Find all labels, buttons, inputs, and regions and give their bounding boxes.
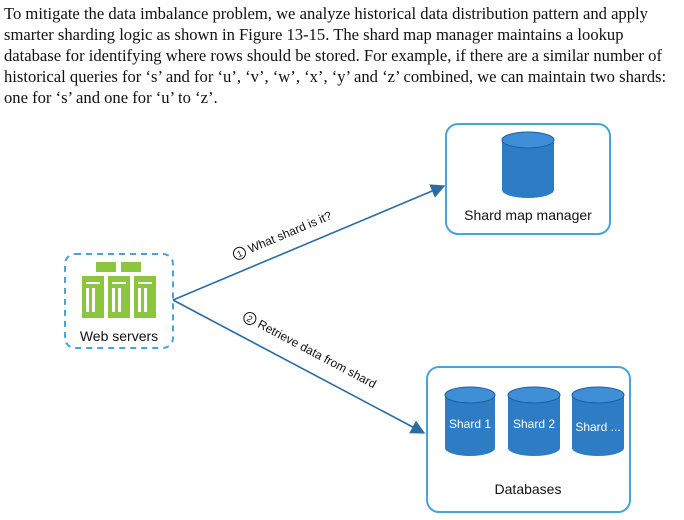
arrow-to-shard-map-manager — [172, 184, 446, 301]
arrow-to-databases — [172, 299, 426, 434]
shard-2-cylinder: Shard 2 — [507, 386, 561, 456]
step-1-label: What shard is it? — [246, 208, 334, 256]
shard-1-label: Shard 1 — [449, 417, 491, 431]
database-icon — [501, 131, 555, 198]
shard-map-manager-label: Shard map manager — [464, 207, 592, 223]
step-2-annotation: 2 Retrieve data from shard — [243, 311, 379, 391]
shard-2-label: Shard 2 — [513, 417, 555, 431]
server-rack-icon — [82, 262, 156, 318]
databases-label: Databases — [495, 481, 562, 497]
web-servers-label: Web servers — [80, 328, 158, 344]
shard-more-label: Shard ... — [575, 420, 620, 434]
shard-more-cylinder: Shard ... — [571, 386, 625, 456]
shard-1-cylinder: Shard 1 — [444, 386, 496, 456]
sharding-diagram: Web servers Shard map manager Shard 1 Sh… — [64, 123, 631, 513]
